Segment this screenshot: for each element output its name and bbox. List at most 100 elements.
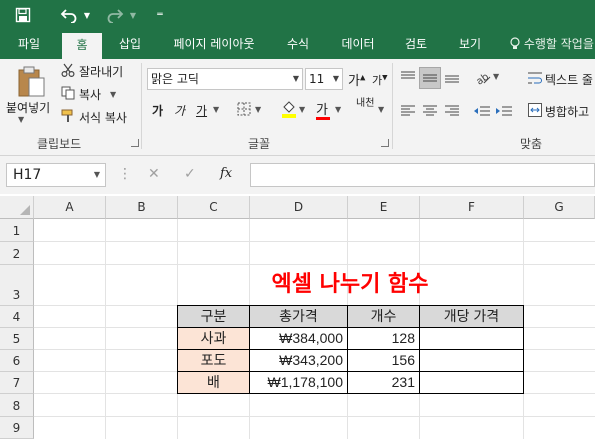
format-painter-label[interactable]: 서식 복사 — [79, 109, 127, 126]
paste-label[interactable]: 붙여넣기 — [6, 99, 50, 116]
cell-total[interactable]: ₩1,178,100 — [250, 372, 348, 394]
underline-button[interactable]: 가 — [196, 102, 207, 119]
column-header-a[interactable]: A — [34, 196, 106, 219]
shrink-font-button[interactable]: 가▼ — [372, 72, 388, 88]
tab-formulas[interactable]: 수식 — [276, 30, 320, 59]
row-header-4[interactable]: 4 — [0, 306, 34, 328]
chevron-down-icon: ▼ — [93, 170, 100, 179]
cut-label[interactable]: 잘라내기 — [79, 63, 123, 80]
column-header-g[interactable]: G — [524, 196, 595, 219]
column-header-d[interactable]: D — [250, 196, 348, 219]
undo-dropdown-icon[interactable]: ▼ — [82, 0, 92, 30]
format-painter-icon[interactable] — [60, 108, 76, 124]
tab-view[interactable]: 보기 — [448, 30, 492, 59]
column-header-e[interactable]: E — [348, 196, 420, 219]
tab-review[interactable]: 검토 — [394, 30, 438, 59]
cell-total[interactable]: ₩384,000 — [250, 328, 348, 350]
cancel-icon: ✕ — [148, 166, 160, 182]
row-header-1[interactable]: 1 — [0, 219, 34, 242]
header-total[interactable]: 총가격 — [250, 306, 348, 328]
formula-input[interactable] — [250, 163, 595, 187]
cell-item[interactable]: 배 — [178, 372, 250, 394]
wrap-text-label[interactable]: 텍스트 줄 — [545, 71, 593, 88]
merge-center-icon[interactable] — [527, 102, 543, 118]
ribbon-home: 붙여넣기 ▼ 잘라내기 복사 ▼ 서식 복사 클립보드 맑은 고딕 ▼ 11 ▼… — [0, 59, 595, 156]
paste-icon[interactable] — [14, 65, 48, 99]
copy-icon[interactable] — [60, 85, 76, 101]
underline-dropdown-icon[interactable]: ▼ — [213, 105, 219, 114]
cut-icon[interactable] — [60, 62, 76, 78]
borders-icon[interactable] — [236, 101, 252, 117]
row-header-9[interactable]: 9 — [0, 417, 34, 439]
italic-button[interactable]: 가 — [174, 102, 185, 119]
phonetic-dropdown-icon[interactable]: ▼ — [378, 105, 384, 114]
cell-total[interactable]: ₩343,200 — [250, 350, 348, 372]
increase-indent-icon[interactable] — [494, 101, 514, 121]
align-top-icon[interactable] — [398, 67, 418, 87]
font-color-button[interactable]: 가 — [316, 99, 330, 120]
cell-unit-price[interactable] — [420, 372, 524, 394]
copy-dropdown-icon[interactable]: ▼ — [110, 90, 116, 99]
cell-unit-price[interactable] — [420, 350, 524, 372]
insert-function-icon[interactable]: fx — [220, 166, 232, 181]
column-header-f[interactable]: F — [420, 196, 524, 219]
row-header-6[interactable]: 6 — [0, 350, 34, 372]
align-center-icon[interactable] — [420, 101, 440, 121]
align-bottom-icon[interactable] — [442, 67, 462, 87]
tab-insert[interactable]: 삽입 — [108, 30, 152, 59]
font-color-dropdown-icon[interactable]: ▼ — [335, 105, 341, 114]
orientation-icon[interactable]: ab — [472, 67, 494, 87]
fill-color-icon[interactable] — [280, 99, 298, 119]
orientation-dropdown-icon[interactable]: ▼ — [493, 72, 499, 81]
cell-unit-price[interactable] — [420, 328, 524, 350]
align-middle-icon[interactable] — [419, 67, 441, 89]
cell-count[interactable]: 231 — [348, 372, 420, 394]
sheet-title: 엑셀 나누기 함수 — [271, 272, 429, 297]
chevron-down-icon: ▼ — [292, 74, 299, 83]
header-item[interactable]: 구분 — [178, 306, 250, 328]
row-header-8[interactable]: 8 — [0, 394, 34, 417]
row-header-7[interactable]: 7 — [0, 372, 34, 394]
bold-button[interactable]: 가 — [152, 102, 163, 119]
lightbulb-icon — [510, 37, 524, 51]
undo-icon[interactable] — [58, 0, 80, 30]
row-header-2[interactable]: 2 — [0, 242, 34, 265]
cell-count[interactable]: 128 — [348, 328, 420, 350]
name-box[interactable]: H17 ▼ — [6, 163, 106, 187]
header-unit-price[interactable]: 개당 가격 — [420, 306, 524, 328]
font-launcher-icon[interactable] — [381, 139, 389, 147]
column-header-b[interactable]: B — [106, 196, 178, 219]
tab-page-layout[interactable]: 페이지 레이아웃 — [162, 30, 266, 59]
font-name-select[interactable]: 맑은 고딕 ▼ — [147, 68, 303, 90]
tab-home[interactable]: 홈 — [62, 33, 102, 59]
cell-item[interactable]: 포도 — [178, 350, 250, 372]
customize-icon[interactable]: ═ — [152, 0, 168, 30]
column-header-c[interactable]: C — [178, 196, 250, 219]
fill-color-dropdown-icon[interactable]: ▼ — [299, 105, 305, 114]
paste-dropdown-icon[interactable]: ▼ — [18, 115, 24, 124]
borders-dropdown-icon[interactable]: ▼ — [255, 105, 261, 114]
row-header-3[interactable]: 3 — [0, 265, 34, 306]
font-size-select[interactable]: 11 ▼ — [305, 68, 343, 90]
merge-center-label[interactable]: 병합하고 — [545, 103, 589, 120]
wrap-text-icon[interactable] — [527, 70, 543, 86]
align-right-icon[interactable] — [442, 101, 462, 121]
phonetic-button[interactable]: 내천 — [356, 99, 374, 109]
tab-file[interactable]: 파일 — [6, 30, 52, 59]
copy-label[interactable]: 복사 — [79, 86, 101, 103]
select-all-corner[interactable] — [0, 196, 34, 219]
grow-font-button[interactable]: 가▲ — [348, 70, 365, 89]
gridline — [34, 264, 595, 265]
decrease-indent-icon[interactable] — [472, 101, 492, 121]
cell-item[interactable]: 사과 — [178, 328, 250, 350]
cell-count[interactable]: 156 — [348, 350, 420, 372]
save-icon[interactable] — [12, 0, 34, 30]
clipboard-launcher-icon[interactable] — [131, 139, 139, 147]
header-count[interactable]: 개수 — [348, 306, 420, 328]
gridline — [34, 416, 595, 417]
tab-data[interactable]: 데이터 — [332, 30, 384, 59]
row-header-5[interactable]: 5 — [0, 328, 34, 350]
tell-me-search[interactable]: 수행할 작업을 — [510, 30, 594, 59]
separator — [392, 63, 393, 149]
align-left-icon[interactable] — [398, 101, 418, 121]
